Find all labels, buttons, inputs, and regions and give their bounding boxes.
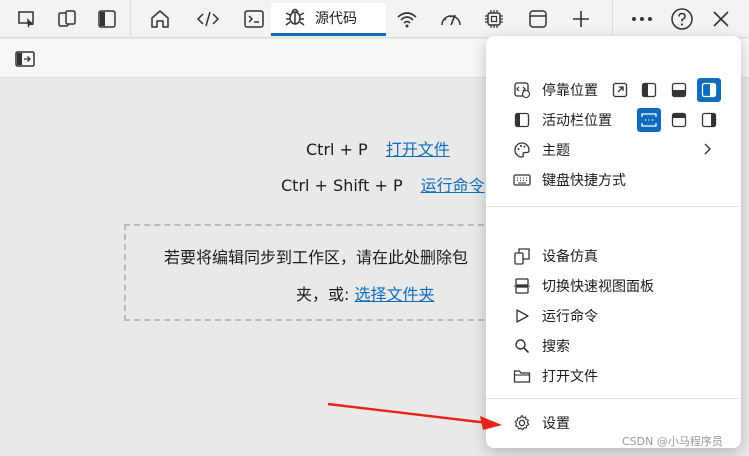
- open-file-link[interactable]: 打开文件: [386, 140, 450, 159]
- workspace-dropzone[interactable]: [124, 224, 504, 321]
- device-emulation-label: 设备仿真: [542, 249, 598, 265]
- console-icon[interactable]: [240, 4, 268, 34]
- select-folder-link[interactable]: 选择文件夹: [354, 285, 434, 304]
- more-icon[interactable]: [628, 4, 656, 34]
- dock-position-icon: [512, 80, 532, 100]
- settings-label: 设置: [542, 416, 570, 432]
- play-icon: [512, 306, 532, 326]
- menu-item-search[interactable]: 搜索: [486, 332, 741, 360]
- activity-bar-side-icon[interactable]: [697, 108, 721, 132]
- dock-position-row: 停靠位置: [486, 76, 741, 104]
- watermark-text: CSDN @小马程序员: [622, 435, 723, 448]
- search-label: 搜索: [542, 339, 570, 355]
- device-emulation-icon: [512, 246, 532, 266]
- dock-position-label: 停靠位置: [542, 83, 598, 99]
- menu-item-theme[interactable]: 主题: [486, 136, 741, 164]
- performance-icon[interactable]: [437, 4, 465, 34]
- shortcut-run-command: Ctrl + Shift + P 运行命令: [281, 172, 485, 196]
- activity-bar-label: 活动栏位置: [542, 113, 612, 129]
- dropzone-text-line1: 若要将编辑同步到工作区，请在此处删除包: [164, 248, 469, 267]
- activity-bar-horizontal-icon[interactable]: [667, 108, 691, 132]
- shortcut-open-keys: Ctrl + P: [306, 140, 368, 159]
- undock-icon[interactable]: [608, 78, 632, 102]
- dock-left-icon[interactable]: [637, 78, 661, 102]
- tab-sources-label: 源代码: [315, 11, 357, 27]
- dropzone-text-line2: 夹，或: 选择文件夹: [296, 281, 435, 305]
- dock-bottom-icon[interactable]: [667, 78, 691, 102]
- keyboard-label: 键盘快捷方式: [542, 173, 626, 189]
- run-command-label: 运行命令: [542, 309, 598, 325]
- palette-icon: [512, 140, 532, 160]
- network-wifi-icon[interactable]: [394, 4, 420, 34]
- tab-sources[interactable]: 源代码: [271, 3, 386, 36]
- application-icon[interactable]: [525, 4, 551, 34]
- dropzone-prefix: 夹，或:: [296, 285, 355, 304]
- home-icon[interactable]: [146, 4, 174, 34]
- close-icon[interactable]: [708, 4, 734, 34]
- memory-chip-icon[interactable]: [481, 4, 507, 34]
- menu-item-open-file[interactable]: 打开文件: [486, 362, 741, 390]
- help-icon[interactable]: [668, 4, 696, 34]
- devtools-toolbar: 源代码: [0, 0, 749, 38]
- keyboard-icon: [512, 170, 532, 190]
- sources-bug-icon: [283, 4, 307, 32]
- search-icon: [512, 336, 532, 356]
- inspect-icon[interactable]: [14, 4, 40, 34]
- theme-label: 主题: [542, 143, 570, 159]
- menu-separator: [486, 206, 741, 207]
- quick-view-icon: [512, 276, 532, 296]
- activity-bar-row: 活动栏位置: [486, 106, 741, 134]
- shortcut-run-keys: Ctrl + Shift + P: [281, 176, 403, 195]
- activity-bar-icon: [512, 110, 532, 130]
- shortcut-open-file: Ctrl + P 打开文件: [306, 136, 450, 160]
- device-icon[interactable]: [54, 4, 80, 34]
- elements-icon[interactable]: [194, 4, 222, 34]
- open-file-label: 打开文件: [542, 369, 598, 385]
- customize-menu: 停靠位置 活动栏位置 主题 键盘快捷方式 设备仿真 切换快速视图面板 运行命令 …: [486, 36, 741, 448]
- show-navigator-icon[interactable]: [10, 44, 40, 74]
- menu-item-run-command[interactable]: 运行命令: [486, 302, 741, 330]
- dock-right-icon[interactable]: [697, 78, 721, 102]
- gear-icon: [512, 413, 532, 433]
- menu-item-device-emulation[interactable]: 设备仿真: [486, 242, 741, 270]
- run-command-link[interactable]: 运行命令: [421, 176, 485, 195]
- menu-item-quick-view[interactable]: 切换快速视图面板: [486, 272, 741, 300]
- red-arrow-annotation: [327, 402, 502, 430]
- menu-item-keyboard-shortcuts[interactable]: 键盘快捷方式: [486, 166, 741, 194]
- add-tool-icon[interactable]: [568, 4, 594, 34]
- menu-separator: [486, 398, 741, 399]
- quick-view-label: 切换快速视图面板: [542, 279, 654, 295]
- dock-panel-icon[interactable]: [94, 4, 120, 34]
- chevron-right-icon: [703, 141, 713, 160]
- activity-bar-top-icon[interactable]: [637, 108, 661, 132]
- folder-icon: [512, 366, 532, 386]
